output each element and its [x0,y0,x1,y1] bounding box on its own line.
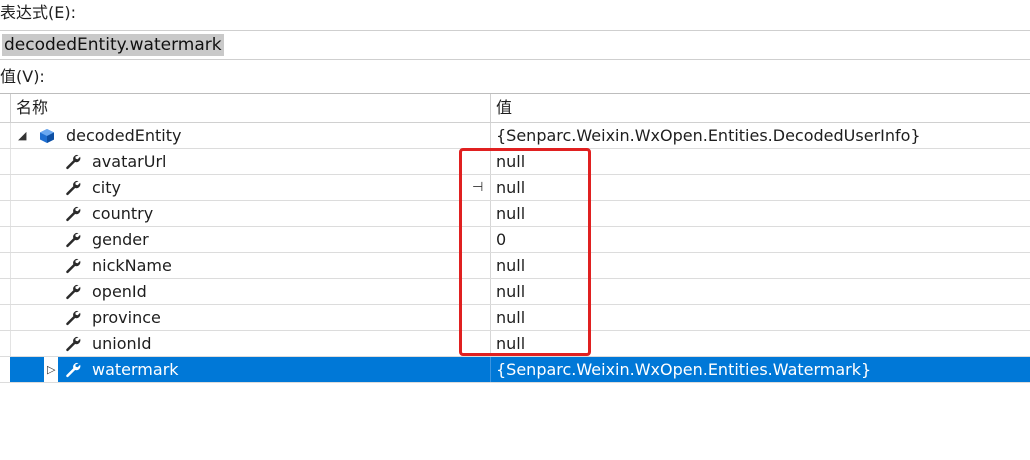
collapse-arrow-icon[interactable]: ◢ [18,123,26,148]
watch-grid: 名称 值 ◢ decodedEntity {Senparc.Weixin.WxO… [0,93,1030,383]
tree-row-nickName[interactable]: nickName null [0,253,1030,279]
column-header-name[interactable]: 名称 [16,94,48,122]
row-gutter [0,175,11,200]
row-divider [490,279,491,304]
grid-header: 名称 值 [0,93,1030,123]
wrench-icon [66,154,81,170]
tree-row-province[interactable]: province null [0,305,1030,331]
row-value[interactable]: null [496,331,525,356]
tree-row-decodedEntity[interactable]: ◢ decodedEntity {Senparc.Weixin.WxOpen.E… [0,123,1030,149]
row-name: unionId [92,334,152,353]
column-header-value[interactable]: 值 [496,94,512,122]
row-value[interactable]: null [496,253,525,278]
tree-row-unionId[interactable]: unionId null [0,331,1030,357]
row-gutter [0,149,11,174]
row-value[interactable]: null [496,201,525,226]
expand-arrow-icon[interactable]: ▷ [44,357,59,382]
row-divider [490,227,491,252]
row-value[interactable]: 0 [496,227,506,252]
row-value[interactable]: null [496,305,525,330]
row-value[interactable]: {Senparc.Weixin.WxOpen.Entities.Watermar… [496,357,871,382]
row-gutter [0,227,11,252]
row-value[interactable]: null [496,175,525,200]
row-value[interactable]: null [496,149,525,174]
expression-label: 表达式(E): [0,3,76,22]
tree-row-avatarUrl[interactable]: avatarUrl null [0,149,1030,175]
row-gutter [0,331,11,356]
row-name: gender [92,230,149,249]
row-name: country [92,204,154,223]
row-name: city [92,178,121,197]
row-gutter [0,305,11,330]
row-value[interactable]: null [496,279,525,304]
tree-row-watermark[interactable]: ▷ watermark {Senparc.Weixin.WxOpen.Entit… [0,357,1030,383]
row-name: avatarUrl [92,152,167,171]
row-divider [490,253,491,278]
column-divider[interactable] [490,94,491,122]
wrench-icon [66,258,81,274]
header-gutter [0,94,11,122]
row-divider [490,175,491,200]
row-divider [490,149,491,174]
wrench-icon [66,284,81,300]
tree-row-country[interactable]: country null [0,201,1030,227]
row-name: nickName [92,256,172,275]
row-name: openId [92,282,147,301]
wrench-icon [66,310,81,326]
row-name: decodedEntity [66,126,182,145]
tree-row-gender[interactable]: gender 0 [0,227,1030,253]
expression-field[interactable]: decodedEntity.watermark [0,30,1030,60]
pin-icon[interactable]: ⊣ [472,175,483,200]
row-divider [490,201,491,226]
object-icon [40,129,54,143]
row-gutter [0,357,11,382]
row-gutter [0,123,11,148]
tree-row-openId[interactable]: openId null [0,279,1030,305]
wrench-icon [66,336,81,352]
expression-input-text[interactable]: decodedEntity.watermark [2,34,224,56]
row-divider [490,331,491,356]
row-divider [490,305,491,330]
row-name: watermark [92,360,179,379]
row-value[interactable]: {Senparc.Weixin.WxOpen.Entities.DecodedU… [496,123,921,148]
row-divider [490,357,491,382]
value-label: 值(V): [0,67,45,86]
tree-row-city[interactable]: city ⊣ null [0,175,1030,201]
wrench-icon [66,362,81,378]
row-gutter [0,253,11,278]
row-divider [490,123,491,148]
wrench-icon [66,180,81,196]
wrench-icon [66,232,81,248]
row-gutter [0,201,11,226]
row-name: province [92,308,161,327]
wrench-icon [66,206,81,222]
row-gutter [0,279,11,304]
